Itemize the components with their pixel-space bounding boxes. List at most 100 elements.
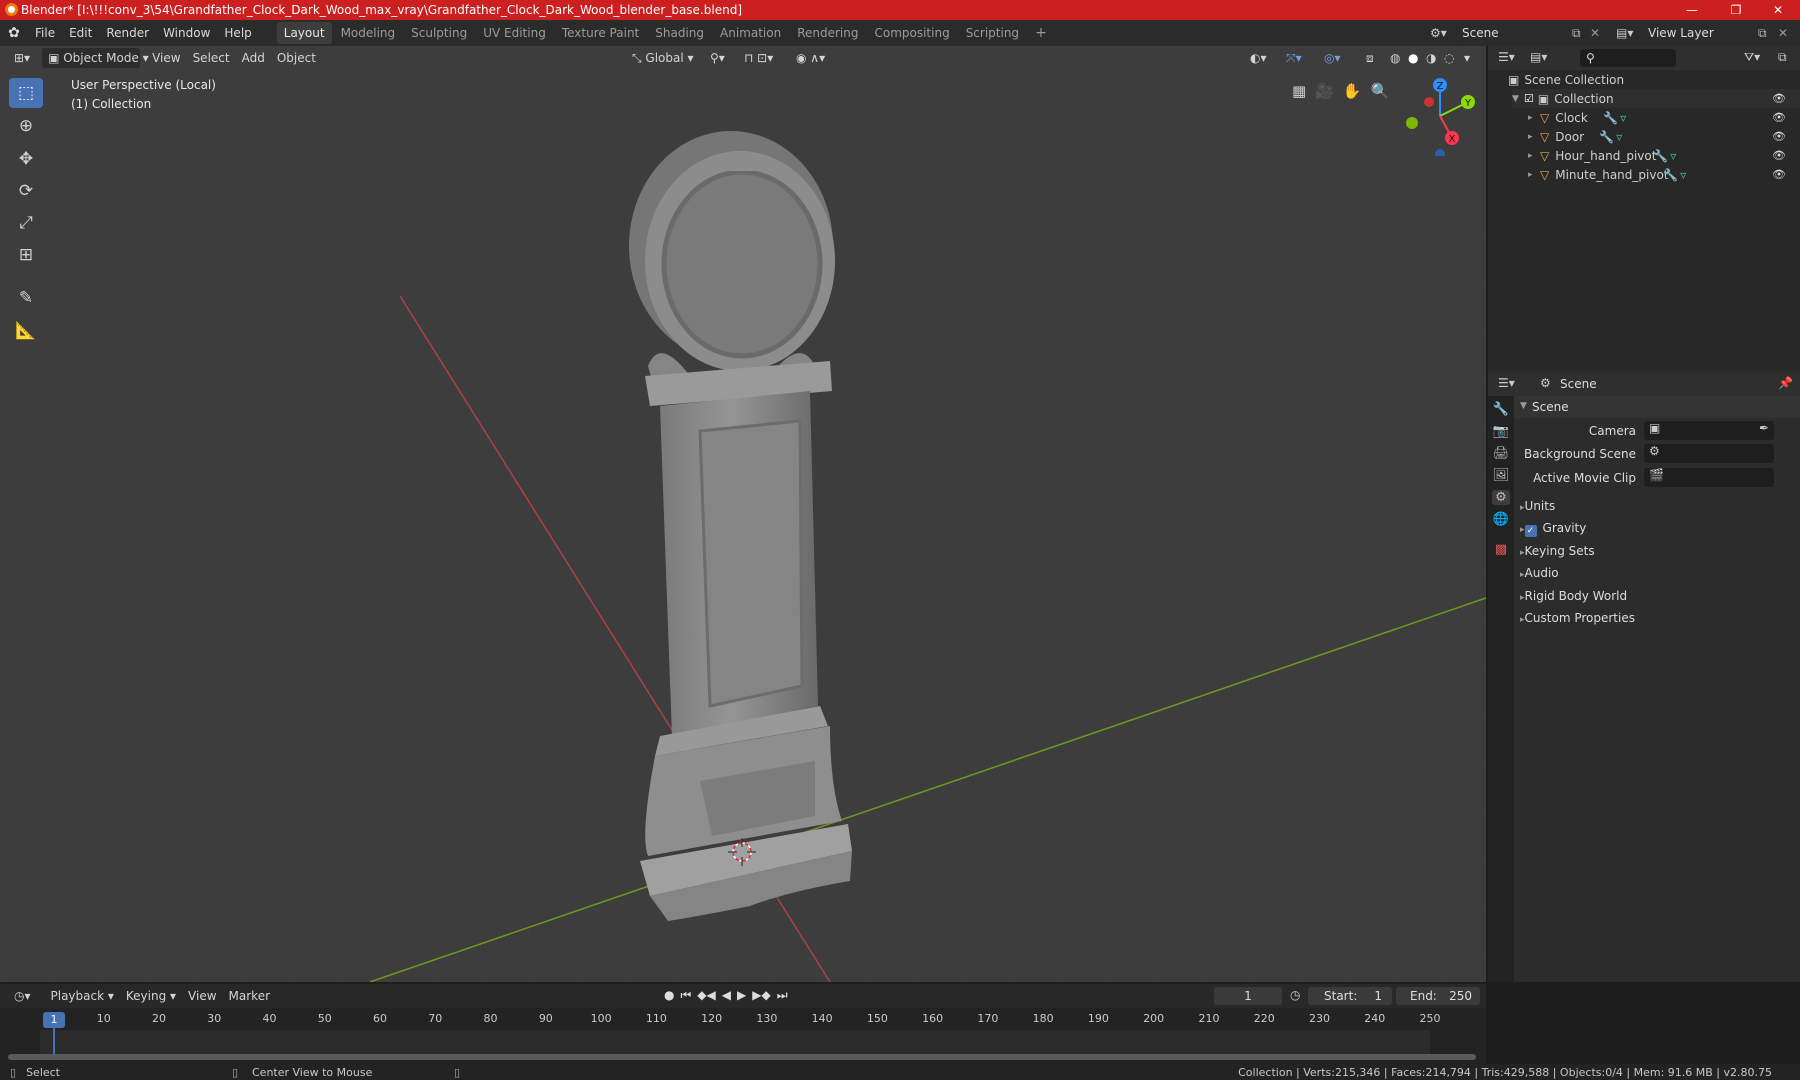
menu-edit[interactable]: Edit xyxy=(62,20,99,46)
panel-gravity[interactable]: ▸ ✓ Gravity xyxy=(1520,518,1586,538)
filter-icon[interactable]: ⛛▾ xyxy=(1744,50,1760,65)
current-frame-field[interactable]: 1 xyxy=(1214,987,1282,1005)
expand-arrow-icon[interactable]: ▸ xyxy=(1528,151,1540,161)
view-layer-field[interactable]: View Layer xyxy=(1642,24,1757,42)
scene-selector-icon[interactable]: ⚙▾ xyxy=(1430,26,1447,40)
menu-object[interactable]: Object xyxy=(271,48,322,68)
tab-scripting[interactable]: Scripting xyxy=(959,22,1026,44)
outliner-item-hour-hand-pivot[interactable]: ▸ ▽ Hour_hand_pivot 🔧 ▿ 👁 xyxy=(1528,146,1800,165)
timeline-editor-icon[interactable]: ◷▾ xyxy=(8,986,37,1006)
minimize-button[interactable]: — xyxy=(1670,0,1714,20)
menu-playback[interactable]: Playback ▾ xyxy=(45,986,120,1006)
tab-modeling[interactable]: Modeling xyxy=(334,22,403,44)
tab-shading[interactable]: Shading xyxy=(648,22,711,44)
transform-tool[interactable]: ⊞ xyxy=(9,240,43,270)
checkbox-icon[interactable]: ☑ xyxy=(1524,92,1534,105)
zoom-view-icon[interactable]: 🔍 xyxy=(1371,82,1390,100)
texture-tab-icon[interactable]: ▩ xyxy=(1495,542,1507,557)
display-mode-icon[interactable]: ▤▾ xyxy=(1530,50,1547,64)
close-button[interactable]: ✕ xyxy=(1756,0,1800,20)
menu-view[interactable]: View xyxy=(146,48,186,68)
tab-rendering[interactable]: Rendering xyxy=(790,22,865,44)
pin-icon[interactable]: 📌 xyxy=(1778,376,1793,390)
tab-texture-paint[interactable]: Texture Paint xyxy=(555,22,646,44)
eyedropper-icon[interactable]: ✒ xyxy=(1759,421,1769,435)
cursor-tool[interactable]: ⊕ xyxy=(9,111,43,141)
menu-marker[interactable]: Marker xyxy=(223,986,276,1006)
new-collection-icon[interactable]: ⧉ xyxy=(1778,50,1787,65)
proportional-edit-icon[interactable]: ◉ ∧▾ xyxy=(790,48,831,68)
outliner-scene-collection[interactable]: ▣ Scene Collection xyxy=(1508,70,1624,89)
menu-keying[interactable]: Keying ▾ xyxy=(120,986,182,1006)
scene-panel-header[interactable]: ▼ Scene xyxy=(1514,396,1800,418)
visibility-eye-icon[interactable]: 👁 xyxy=(1772,130,1786,143)
jump-end-icon[interactable]: ⏭ xyxy=(777,988,788,1003)
outliner-item-door[interactable]: ▸ ▽ Door 🔧 ▿ 👁 xyxy=(1528,127,1800,146)
move-tool[interactable]: ✥ xyxy=(9,144,43,174)
timeline-ruler[interactable]: 10 20 30 40 50 60 70 80 90 100 110 120 130 140 150 160 1… xyxy=(0,1008,1486,1064)
tab-uv-editing[interactable]: UV Editing xyxy=(476,22,553,44)
end-frame-field[interactable]: End: 250 xyxy=(1396,987,1480,1005)
tab-sculpting[interactable]: Sculpting xyxy=(404,22,474,44)
jump-start-icon[interactable]: ⏮ xyxy=(680,988,691,1003)
panel-keying-sets[interactable]: ▸Keying Sets xyxy=(1520,541,1595,561)
outliner-item-clock[interactable]: ▸ ▽ Clock 🔧 ▿ 👁 xyxy=(1528,108,1800,127)
maximize-button[interactable]: ❐ xyxy=(1714,0,1758,20)
expand-arrow-icon[interactable]: ▸ xyxy=(1528,170,1540,180)
navigation-gizmo[interactable]: Z Y X xyxy=(1400,76,1480,156)
playhead-line[interactable] xyxy=(53,1024,55,1054)
record-icon[interactable]: ● xyxy=(664,988,674,1003)
panel-rigid-body-world[interactable]: ▸Rigid Body World xyxy=(1520,586,1627,606)
tab-animation[interactable]: Animation xyxy=(713,22,788,44)
menu-window[interactable]: Window xyxy=(156,20,217,46)
annotate-tool[interactable]: ✎ xyxy=(9,283,43,313)
tool-tab-icon[interactable]: 🔧 xyxy=(1493,402,1509,417)
visibility-eye-icon[interactable]: 👁 xyxy=(1772,111,1786,124)
snap-icon[interactable]: ⊓ ⊡▾ xyxy=(738,48,779,68)
expand-arrow-icon[interactable]: ▸ xyxy=(1528,132,1540,142)
prev-keyframe-icon[interactable]: ◆◀ xyxy=(697,988,715,1003)
visibility-eye-icon[interactable]: 👁 xyxy=(1772,168,1786,181)
delete-view-layer-icon[interactable]: ✕ xyxy=(1778,26,1788,40)
new-scene-icon[interactable]: ⧉ xyxy=(1572,26,1581,41)
menu-select[interactable]: Select xyxy=(187,48,236,68)
outliner-editor-icon[interactable]: ☰▾ xyxy=(1498,50,1515,64)
tab-layout[interactable]: Layout xyxy=(276,22,332,44)
add-workspace-button[interactable]: + xyxy=(1028,22,1054,44)
world-tab-icon[interactable]: 🌐 xyxy=(1493,512,1509,527)
toggle-ortho-icon[interactable]: ▦ xyxy=(1292,82,1306,100)
properties-editor-icon[interactable]: ☰▾ xyxy=(1498,376,1515,390)
menu-file[interactable]: File xyxy=(28,20,62,46)
outliner-search-field[interactable]: ⚲ xyxy=(1580,49,1676,67)
camera-view-icon[interactable]: 🎥 xyxy=(1315,82,1334,100)
view-layer-tab-icon[interactable]: 🖼 xyxy=(1493,468,1510,483)
measure-tool[interactable]: 📐 xyxy=(9,316,43,346)
panel-units[interactable]: ▸Units xyxy=(1520,496,1555,516)
editor-type-icon[interactable]: ⊞▾ xyxy=(8,48,36,68)
scene-name-field[interactable]: Scene xyxy=(1456,24,1576,42)
shading-options-icon[interactable]: ▾ xyxy=(1458,48,1476,68)
mode-selector[interactable]: ▣ Object Mode ▾ xyxy=(42,48,149,68)
scale-tool[interactable]: ⤢ xyxy=(9,208,43,238)
next-keyframe-icon[interactable]: ▶◆ xyxy=(752,988,770,1003)
menu-timeline-view[interactable]: View xyxy=(182,986,222,1006)
gizmo-toggle-icon[interactable]: ⤧▾ xyxy=(1280,48,1308,68)
gravity-checkbox-icon[interactable]: ✓ xyxy=(1524,525,1537,537)
play-icon[interactable]: ▶ xyxy=(737,988,746,1003)
preview-range-icon[interactable]: ◷ xyxy=(1290,988,1300,1002)
timeline-scrollbar[interactable] xyxy=(8,1054,1476,1060)
timeline-editor[interactable]: ◷▾ Playback ▾ Keying ▾ View Marker ● ⏮ ◆… xyxy=(0,984,1486,1064)
overlay-toggle-icon[interactable]: ◎▾ xyxy=(1318,48,1347,68)
visibility-eye-icon[interactable]: 👁 xyxy=(1772,149,1786,162)
pivot-icon[interactable]: ⚲▾ xyxy=(704,48,731,68)
background-scene-field[interactable]: ⚙ xyxy=(1644,444,1774,463)
rotate-tool[interactable]: ⟳ xyxy=(9,176,43,206)
visibility-eye-icon[interactable]: 👁 xyxy=(1772,92,1786,105)
visibility-icon[interactable]: ◐▾ xyxy=(1244,48,1273,68)
expand-arrow-icon[interactable]: ▸ xyxy=(1528,113,1540,123)
viewport-scene[interactable] xyxy=(0,46,1486,982)
pan-view-icon[interactable]: ✋ xyxy=(1343,82,1362,100)
panel-audio[interactable]: ▸Audio xyxy=(1520,563,1559,583)
render-tab-icon[interactable]: 📷 xyxy=(1493,424,1509,439)
select-box-tool[interactable]: ⬚ xyxy=(9,78,43,108)
